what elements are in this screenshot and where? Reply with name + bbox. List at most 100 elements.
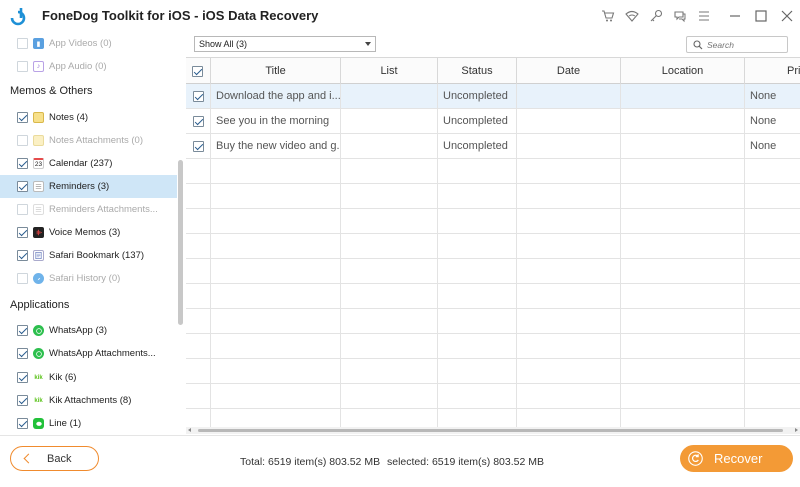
fonedog-logo-icon xyxy=(10,8,26,26)
title-bar: FoneDog Toolkit for iOS - iOS Data Recov… xyxy=(0,0,800,32)
sidebar-item-label: Calendar (237) xyxy=(49,158,113,169)
sidebar-item-whatsapp[interactable]: WhatsApp (3) xyxy=(0,319,177,342)
row-checkbox[interactable] xyxy=(193,116,204,127)
kik-icon: kik xyxy=(33,395,44,406)
empty-cell xyxy=(186,384,211,409)
sidebar-item-kik-attachments[interactable]: kik Kik Attachments (8) xyxy=(0,389,177,412)
cell-priority: None xyxy=(745,84,800,109)
cell-title: See you in the morning xyxy=(211,109,341,134)
empty-cell xyxy=(341,284,438,309)
empty-cell xyxy=(621,359,745,384)
recover-button[interactable]: Recover xyxy=(680,445,793,472)
checkbox[interactable] xyxy=(17,348,28,359)
sidebar-item-notes[interactable]: Notes (4) xyxy=(0,106,177,129)
empty-cell xyxy=(186,359,211,384)
empty-cell xyxy=(621,184,745,209)
empty-cell xyxy=(621,234,745,259)
checkbox[interactable] xyxy=(17,112,28,123)
empty-cell xyxy=(745,159,800,184)
cell-date xyxy=(517,134,621,159)
checkbox[interactable] xyxy=(17,61,28,72)
key-icon[interactable] xyxy=(644,0,668,32)
sidebar-item-label: Reminders Attachments... xyxy=(49,204,158,215)
checkbox[interactable] xyxy=(17,38,28,49)
empty-cell xyxy=(186,234,211,259)
empty-cell xyxy=(621,209,745,234)
empty-cell xyxy=(211,359,341,384)
sidebar-scrollbar[interactable] xyxy=(178,160,183,325)
scroll-right-icon[interactable] xyxy=(795,428,798,432)
table-row[interactable]: Download the app and i... Uncompleted No… xyxy=(186,84,800,109)
wifi-icon[interactable] xyxy=(620,0,644,32)
close-icon[interactable] xyxy=(774,0,800,32)
maximize-icon[interactable] xyxy=(748,0,774,32)
empty-cell xyxy=(211,334,341,359)
table-row[interactable]: Buy the new video and g... Uncompleted N… xyxy=(186,134,800,159)
sidebar-item-safari-bookmark[interactable]: Safari Bookmark (137) xyxy=(0,244,177,267)
empty-cell xyxy=(186,284,211,309)
empty-cell xyxy=(341,159,438,184)
sidebar-item-notes-attachments[interactable]: Notes Attachments (0) xyxy=(0,129,177,152)
selected-summary: selected: 6519 item(s) 803.52 MB xyxy=(387,456,544,468)
filter-dropdown[interactable]: Show All (3) xyxy=(194,36,376,52)
column-header-status[interactable]: Status xyxy=(438,58,517,84)
chat-icon[interactable] xyxy=(668,0,692,32)
sidebar-item-safari-history[interactable]: Safari History (0) xyxy=(0,267,177,290)
checkbox[interactable] xyxy=(17,325,28,336)
sidebar-item-kik[interactable]: kik Kik (6) xyxy=(0,366,177,389)
column-header-priority[interactable]: Pri xyxy=(745,58,800,84)
safari-icon xyxy=(33,250,44,261)
column-header-date[interactable]: Date xyxy=(517,58,621,84)
table-row[interactable]: See you in the morning Uncompleted None xyxy=(186,109,800,134)
empty-cell xyxy=(186,184,211,209)
column-header-title[interactable]: Title xyxy=(211,58,341,84)
checkbox[interactable] xyxy=(17,135,28,146)
empty-table-row xyxy=(186,334,800,359)
column-header-location[interactable]: Location xyxy=(621,58,745,84)
checkbox[interactable] xyxy=(17,250,28,261)
back-button[interactable]: Back xyxy=(10,446,99,471)
empty-table-row xyxy=(186,384,800,409)
select-all-checkbox[interactable] xyxy=(192,65,203,77)
checkbox[interactable] xyxy=(17,158,28,169)
list-toolbar: Show All (3) xyxy=(186,32,800,58)
sidebar-item-reminders-attachments[interactable]: Reminders Attachments... xyxy=(0,198,177,221)
minimize-icon[interactable] xyxy=(722,0,748,32)
row-checkbox[interactable] xyxy=(193,141,204,152)
checkbox[interactable] xyxy=(17,181,28,192)
sidebar-item-app-videos[interactable]: ▮ App Videos (0) xyxy=(0,32,177,55)
row-checkbox[interactable] xyxy=(193,91,204,102)
checkbox[interactable] xyxy=(17,273,28,284)
sidebar-item-label: WhatsApp Attachments... xyxy=(49,348,156,359)
checkbox[interactable] xyxy=(17,372,28,383)
empty-cell xyxy=(438,284,517,309)
horizontal-scrollbar[interactable] xyxy=(186,427,800,434)
menu-icon[interactable] xyxy=(692,0,716,32)
sidebar-item-whatsapp-attachments[interactable]: WhatsApp Attachments... xyxy=(0,342,177,365)
empty-cell xyxy=(745,259,800,284)
checkbox[interactable] xyxy=(17,395,28,406)
empty-cell xyxy=(211,309,341,334)
sidebar-item-line[interactable]: Line (1) xyxy=(0,412,177,435)
cell-location xyxy=(621,134,745,159)
cart-icon[interactable] xyxy=(596,0,620,32)
checkbox[interactable] xyxy=(17,204,28,215)
search-input[interactable] xyxy=(707,39,783,51)
line-icon xyxy=(33,418,44,429)
scrollbar-thumb[interactable] xyxy=(198,429,783,432)
sidebar-item-label: App Videos (0) xyxy=(49,38,112,49)
sidebar-item-reminders[interactable]: Reminders (3) xyxy=(0,175,177,198)
checkbox[interactable] xyxy=(17,227,28,238)
checkbox[interactable] xyxy=(17,418,28,429)
sidebar-item-app-audio[interactable]: ♪ App Audio (0) xyxy=(0,55,177,78)
column-header-list[interactable]: List xyxy=(341,58,438,84)
empty-table-row xyxy=(186,159,800,184)
reminders-icon xyxy=(33,181,44,192)
empty-cell xyxy=(438,334,517,359)
sidebar-item-voice-memos[interactable]: Voice Memos (3) xyxy=(0,221,177,244)
sidebar-item-label: Line (1) xyxy=(49,418,82,429)
sidebar-item-calendar[interactable]: 23 Calendar (237) xyxy=(0,152,177,175)
scroll-left-icon[interactable] xyxy=(188,428,191,432)
empty-cell xyxy=(211,184,341,209)
search-box[interactable] xyxy=(686,36,788,53)
